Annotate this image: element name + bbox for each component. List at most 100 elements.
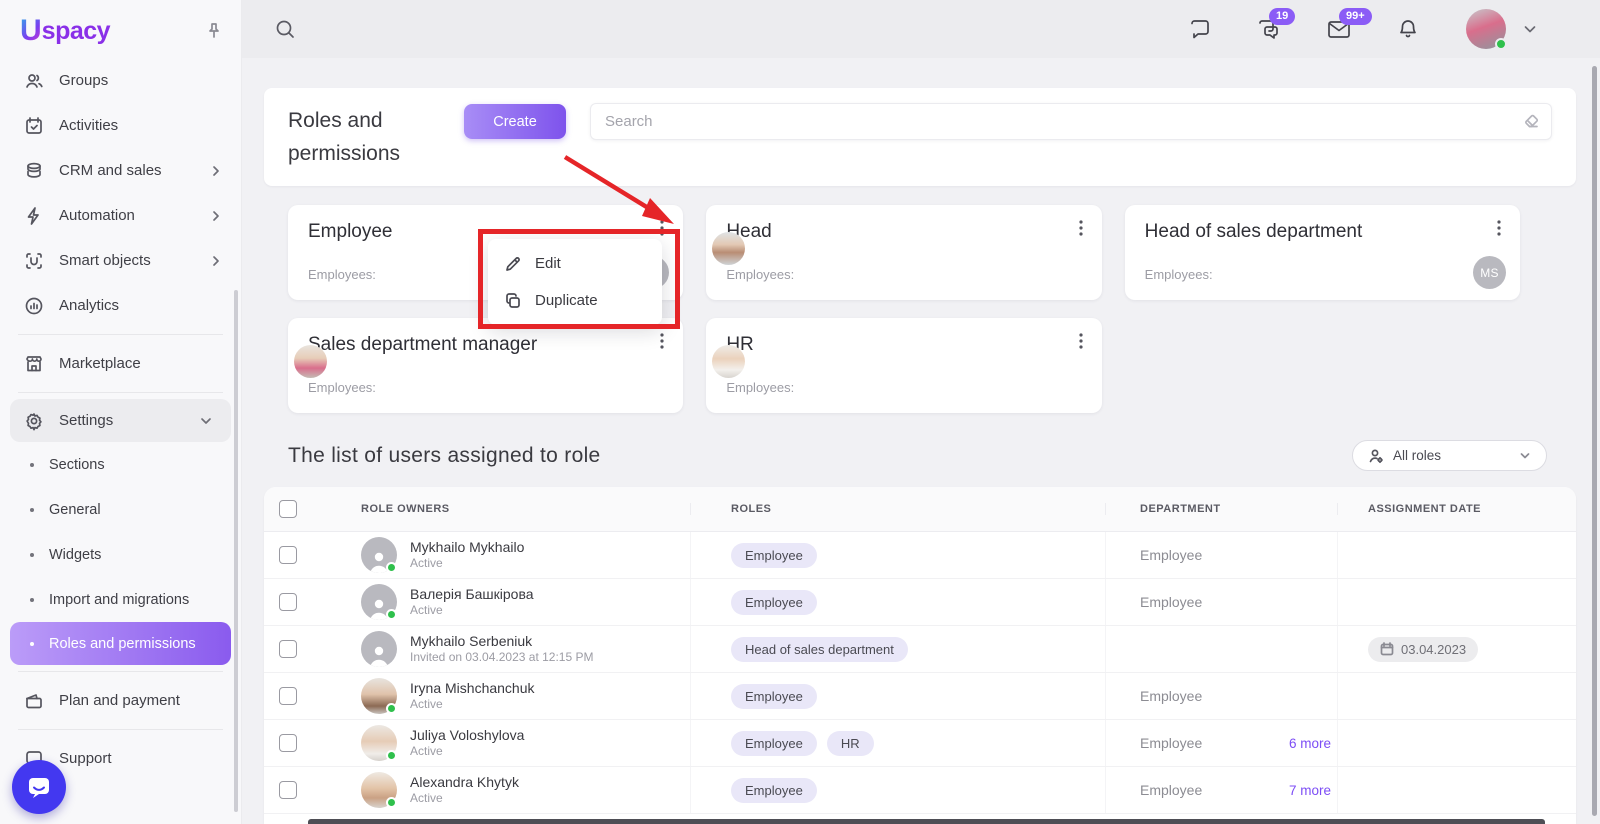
sidebar-item-label: Activities <box>59 117 118 134</box>
role-card-hr[interactable]: HR Employees: <box>706 318 1101 413</box>
chevron-down-icon[interactable] <box>1522 21 1538 37</box>
sidebar-subitem-label: Widgets <box>49 547 101 563</box>
column-header: ASSIGNMENT DATE <box>1368 503 1481 515</box>
sidebar-item-label: CRM and sales <box>59 162 162 179</box>
kebab-menu-icon[interactable] <box>1070 217 1092 239</box>
bullet-icon <box>30 508 34 512</box>
sidebar-item-label: Settings <box>59 412 113 429</box>
table-row[interactable]: Juliya Voloshylova Active Employee HR Em… <box>264 720 1576 767</box>
avatar <box>361 584 397 620</box>
bell-icon[interactable] <box>1396 17 1420 41</box>
context-menu-edit[interactable]: Edit <box>488 245 662 282</box>
sidebar-subitem-import[interactable]: Import and migrations <box>0 577 241 622</box>
table-row[interactable]: Валерія Башкірова Active Employee Employ… <box>264 579 1576 626</box>
pin-icon[interactable] <box>205 22 223 40</box>
sidebar-item-crm[interactable]: CRM and sales <box>0 148 241 193</box>
avatar[interactable] <box>294 345 327 378</box>
bullet-icon <box>30 598 34 602</box>
sidebar-subitem-label: General <box>49 502 101 518</box>
copy-icon <box>504 292 522 310</box>
sidebar-subitem-sections[interactable]: Sections <box>0 442 241 487</box>
sidebar-item-activities[interactable]: CRM and sales Activities <box>0 103 241 148</box>
roles-filter-dropdown[interactable]: All roles <box>1352 440 1547 471</box>
divider <box>18 392 223 393</box>
chevron-down-icon <box>1518 449 1532 463</box>
page-scrollbar[interactable] <box>1592 66 1597 816</box>
sidebar-item-plan-payment[interactable]: Plan and payment <box>0 678 241 723</box>
support-chat-button[interactable] <box>12 760 66 814</box>
employees-label: Employees: <box>308 380 376 395</box>
chevron-down-icon <box>199 414 213 428</box>
user-status: Active <box>410 603 534 619</box>
avatar <box>361 772 397 808</box>
mail-badge: 99+ <box>1339 8 1372 25</box>
table-header: ROLE OWNERS ROLES DEPARTMENT ASSIGNMENT … <box>264 487 1576 532</box>
sidebar-item-marketplace[interactable]: Marketplace <box>0 341 241 386</box>
sidebar-subitem-widgets[interactable]: Widgets <box>0 532 241 577</box>
chevron-right-icon <box>209 254 223 268</box>
avatar[interactable] <box>712 232 745 265</box>
sidebar-item-analytics[interactable]: Analytics <box>0 283 241 328</box>
more-departments-link[interactable]: 6 more <box>1289 736 1331 751</box>
role-chip: Employee <box>731 778 817 803</box>
table-row[interactable]: Mykhailo Serbeniuk Invited on 03.04.2023… <box>264 626 1576 673</box>
analytics-icon <box>24 296 44 316</box>
kebab-menu-icon[interactable] <box>651 330 673 352</box>
sidebar-item-label: Support <box>59 750 112 767</box>
row-checkbox[interactable] <box>279 781 297 799</box>
avatar-initials[interactable]: MS <box>1473 256 1506 289</box>
calendar-icon <box>1380 642 1394 656</box>
role-card-title: HR <box>726 334 1081 356</box>
employees-label: Employees: <box>726 267 794 282</box>
create-button[interactable]: Create <box>464 104 566 139</box>
online-status-dot <box>386 750 397 761</box>
context-menu-item-label: Duplicate <box>535 292 598 309</box>
role-card-title: Head <box>726 221 1081 243</box>
sidebar-item-automation[interactable]: Automation <box>0 193 241 238</box>
sidebar-subitem-roles-permissions[interactable]: Roles and permissions <box>10 622 231 665</box>
table-row[interactable]: Alexandra Khytyk Active Employee Employe… <box>264 767 1576 814</box>
table-row[interactable]: Mykhailo Mykhailo Active Employee Employ… <box>264 532 1576 579</box>
role-card-head[interactable]: Head Employees: <box>706 205 1101 300</box>
page-title: Roles and permissions <box>288 105 448 170</box>
kebab-menu-icon[interactable] <box>1488 217 1510 239</box>
mail-icon[interactable]: 99+ <box>1326 17 1352 41</box>
row-checkbox[interactable] <box>279 546 297 564</box>
sidebar-item-label: Analytics <box>59 297 119 314</box>
search-icon[interactable] <box>274 18 296 40</box>
bullet-icon <box>30 463 34 467</box>
row-checkbox[interactable] <box>279 687 297 705</box>
table-row[interactable]: Iryna Mishchanchuk Active Employee Emplo… <box>264 673 1576 720</box>
sidebar-item-label: Plan and payment <box>59 692 180 709</box>
search-input[interactable] <box>590 103 1552 140</box>
row-checkbox[interactable] <box>279 640 297 658</box>
user-status: Active <box>410 697 535 713</box>
department: Employee <box>1140 735 1202 751</box>
sidebar-scrollbar[interactable] <box>234 290 238 812</box>
sidebar-item-smart-objects[interactable]: Smart objects <box>0 238 241 283</box>
comment-icon[interactable] <box>1188 17 1212 41</box>
main-content: Roles and permissions Create Employee Em… <box>242 58 1600 824</box>
chats-icon[interactable]: 19 <box>1256 17 1282 41</box>
row-checkbox[interactable] <box>279 734 297 752</box>
users-section-title: The list of users assigned to role <box>288 444 601 468</box>
avatar <box>361 725 397 761</box>
user-status: Active <box>410 744 524 760</box>
kebab-menu-icon[interactable] <box>1070 330 1092 352</box>
row-checkbox[interactable] <box>279 593 297 611</box>
sidebar-item-settings[interactable]: Settings <box>10 399 231 442</box>
role-card-head-of-sales[interactable]: Head of sales department Employees: MS <box>1125 205 1520 300</box>
sidebar-subitem-general[interactable]: General <box>0 487 241 532</box>
user-avatar[interactable] <box>1466 9 1506 49</box>
context-menu-duplicate[interactable]: Duplicate <box>488 282 662 319</box>
context-menu-item-label: Edit <box>535 255 561 272</box>
sidebar-item-groups[interactable]: Groups <box>0 58 241 103</box>
select-all-checkbox[interactable] <box>279 500 297 518</box>
more-departments-link[interactable]: 7 more <box>1289 783 1331 798</box>
role-card-sales-manager[interactable]: Sales department manager Employees: <box>288 318 683 413</box>
eraser-icon[interactable] <box>1523 113 1540 130</box>
role-card-title: Head of sales department <box>1145 221 1500 243</box>
avatar[interactable] <box>712 345 745 378</box>
department: Employee <box>1140 688 1202 704</box>
kebab-menu-icon[interactable] <box>651 217 673 239</box>
